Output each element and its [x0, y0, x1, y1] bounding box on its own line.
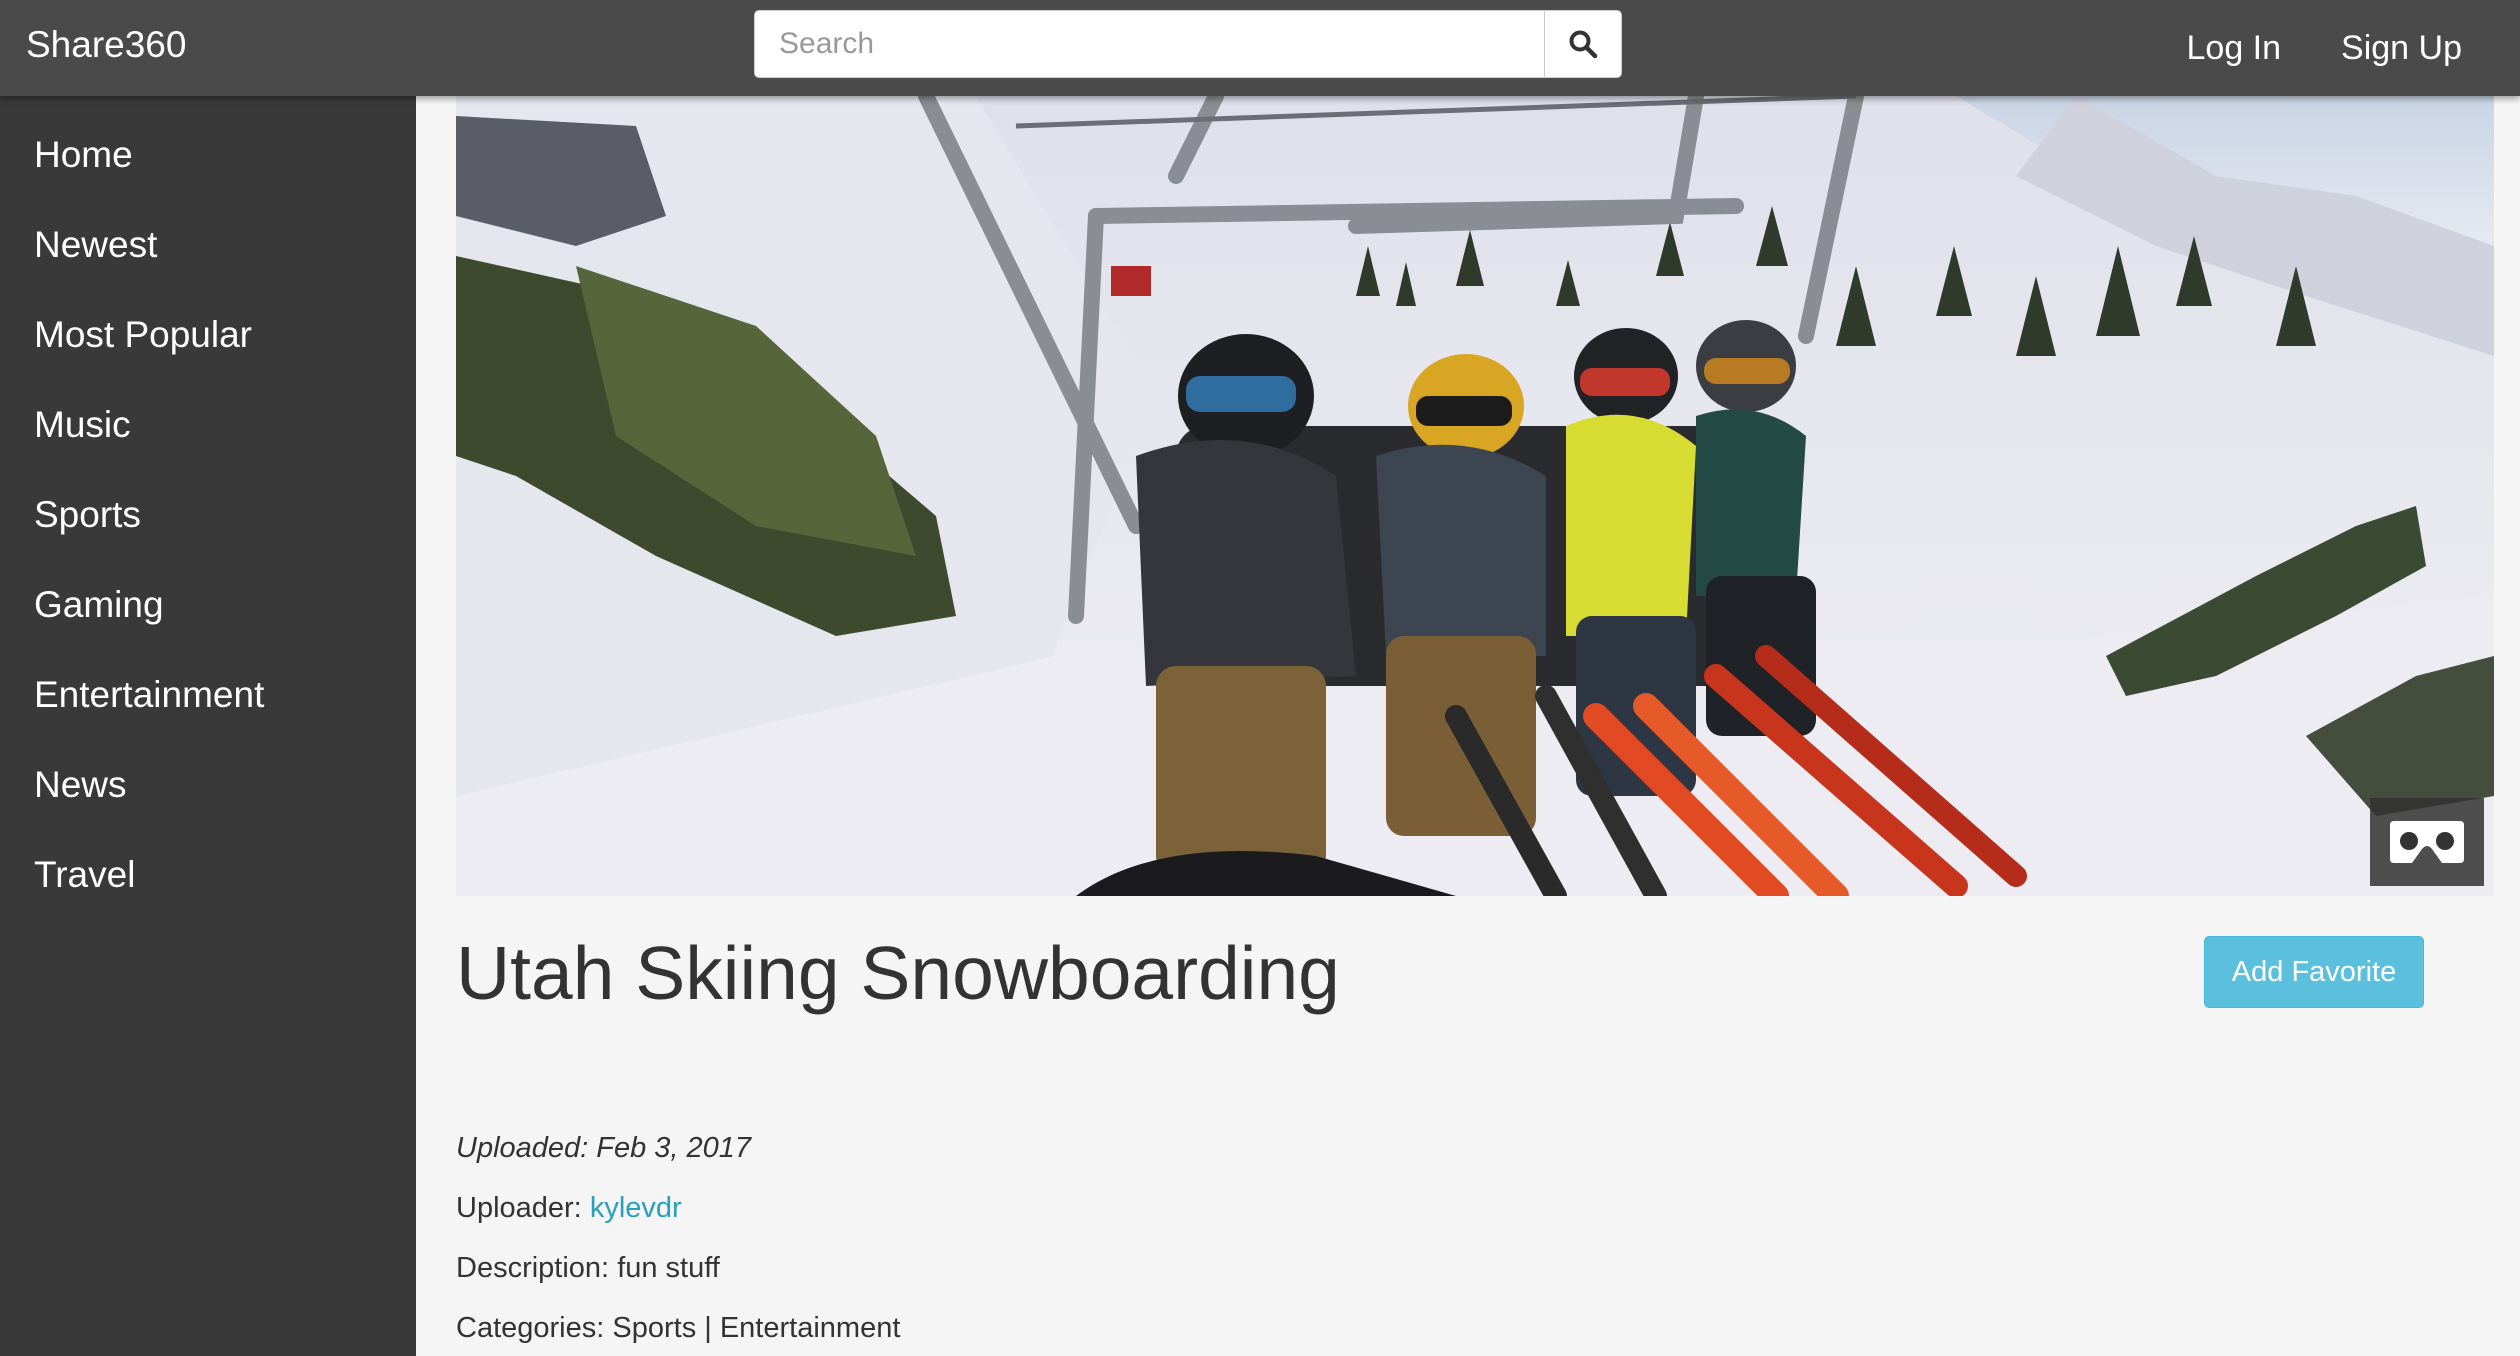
sidebar-item-music[interactable]: Music	[0, 380, 416, 470]
search-input[interactable]	[754, 10, 1544, 78]
uploader-label: Uploader:	[456, 1192, 582, 1224]
sidebar-item-most-popular[interactable]: Most Popular	[0, 290, 416, 380]
sidebar-item-sports[interactable]: Sports	[0, 470, 416, 560]
sidebar-item-home[interactable]: Home	[0, 110, 416, 200]
search-button[interactable]	[1544, 10, 1622, 78]
description-row: Description: fun stuff	[456, 1252, 720, 1285]
description-text: fun stuff	[617, 1252, 720, 1284]
sidebar-item-travel[interactable]: Travel	[0, 830, 416, 920]
sidebar-item-gaming[interactable]: Gaming	[0, 560, 416, 650]
sidebar: Home Newest Most Popular Music Sports Ga…	[0, 96, 416, 1356]
search-icon	[1569, 30, 1598, 59]
video-frame	[456, 96, 2494, 896]
uploader-row: Uploader: kylevdr	[456, 1192, 682, 1225]
video-player[interactable]	[456, 96, 2494, 896]
vr-mode-button[interactable]	[2370, 798, 2484, 886]
add-favorite-button[interactable]: Add Favorite	[2204, 936, 2424, 1008]
signup-link[interactable]: Sign Up	[2341, 3, 2462, 93]
sidebar-item-entertainment[interactable]: Entertainment	[0, 650, 416, 740]
cardboard-vr-icon	[2390, 821, 2464, 863]
search-bar	[754, 10, 1622, 78]
auth-links: Log In Sign Up	[2187, 0, 2520, 96]
uploader-link[interactable]: kylevdr	[590, 1192, 682, 1224]
sidebar-item-news[interactable]: News	[0, 740, 416, 830]
sidebar-item-newest[interactable]: Newest	[0, 200, 416, 290]
brand-logo[interactable]: Share360	[26, 0, 186, 96]
categories-text: Sports | Entertainment	[612, 1312, 901, 1344]
description-label: Description:	[456, 1252, 610, 1284]
top-navbar: Share360 Log In Sign Up	[0, 0, 2520, 96]
sidebar-menu: Home Newest Most Popular Music Sports Ga…	[0, 96, 416, 920]
categories-row: Categories: Sports | Entertainment	[456, 1312, 900, 1345]
login-link[interactable]: Log In	[2187, 3, 2282, 93]
categories-label: Categories:	[456, 1312, 605, 1344]
main-content: Utah Skiing Snowboarding Add Favorite Up…	[416, 96, 2520, 1356]
upload-date: Uploaded: Feb 3, 2017	[456, 1132, 752, 1164]
video-title: Utah Skiing Snowboarding	[456, 931, 1340, 1015]
